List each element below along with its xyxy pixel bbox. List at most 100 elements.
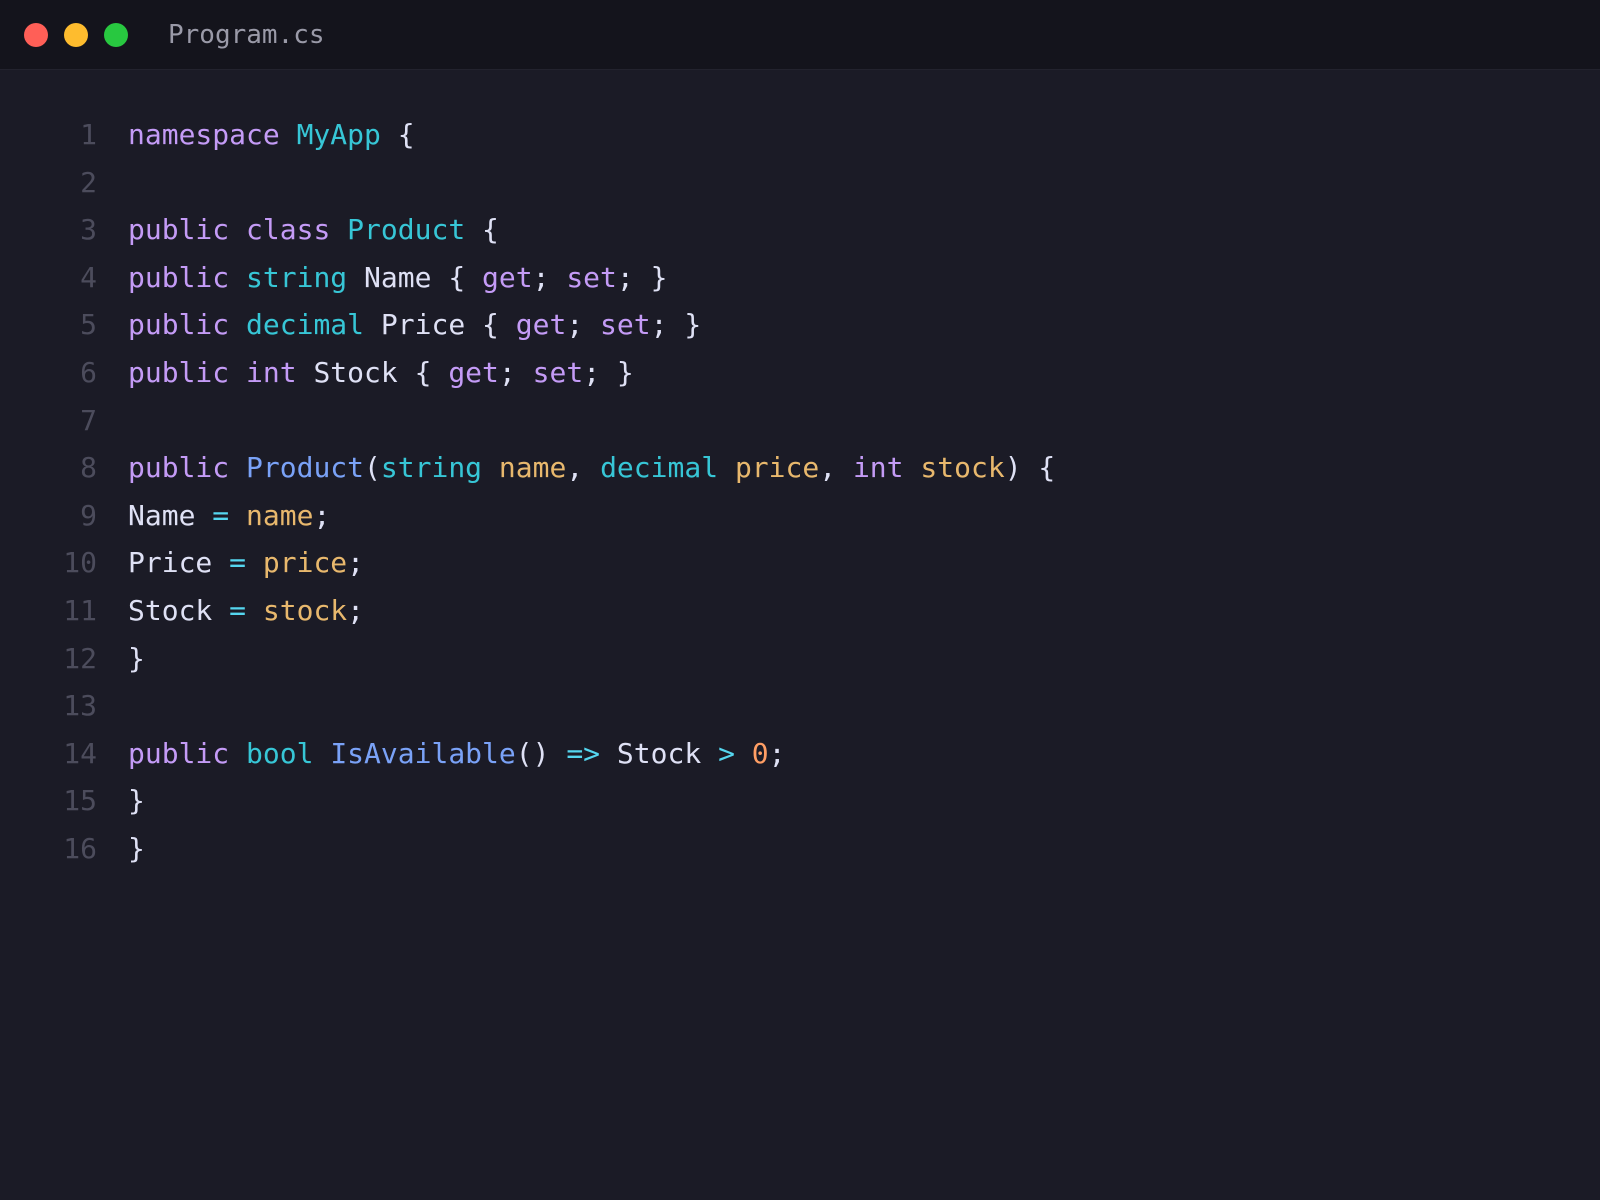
code-line[interactable]: 10 Price = price; [0,539,1600,587]
line-number: 10 [63,546,97,580]
code-text: Stock = stock; [128,587,364,635]
code-line[interactable]: 8 public Product(string name, decimal pri… [0,444,1600,492]
code-token-parameter: name [498,451,567,485]
code-text: } [128,777,145,825]
code-token-plain: } [128,784,145,818]
code-token-plain: ; [768,736,786,770]
code-text: public string Name { get; set; } [128,254,667,302]
code-token-type: decimal [246,308,365,342]
code-token-plain: ; } [616,260,668,294]
code-token-function: IsAvailable [330,736,516,770]
code-line[interactable]: 5 public decimal Price { get; set; } [0,301,1600,349]
code-token-type: MyApp [296,118,381,151]
minimize-window-button[interactable] [64,23,88,47]
code-token-plain: Name [128,498,213,532]
code-line[interactable]: 9 Name = name; [0,492,1600,540]
code-token-keyword: public [128,213,230,247]
code-token-parameter: stock [920,451,1005,485]
code-token-parameter: stock [262,593,348,627]
line-number: 3 [80,213,97,247]
code-line[interactable]: 14 public bool IsAvailable() => Stock > 0… [0,730,1600,778]
code-token-plain: ; } [583,355,634,389]
code-token-plain: Stock { [296,355,449,389]
code-line[interactable]: 1 namespace MyApp { [0,111,1600,159]
code-token-plain: ; [347,593,365,627]
code-token-type: string [380,451,483,485]
code-token-keyword: set [600,308,651,342]
code-token-plain: ; [498,355,533,389]
code-token-keyword: public [128,736,230,770]
line-number: 6 [80,355,97,389]
code-token-keyword: int [246,355,297,389]
code-token-plain: ; [566,308,601,342]
code-token-operator: = [229,593,247,627]
code-text: } [128,825,145,873]
code-token-operator: => [566,736,601,770]
line-number: 8 [80,451,97,485]
code-token-keyword: get [515,308,567,342]
code-line[interactable]: 13 [0,682,1600,730]
code-token-plain: Name { [347,260,483,294]
code-token-number: 0 [751,736,769,770]
line-number: 11 [63,593,97,627]
code-line[interactable]: 12} [0,635,1600,683]
code-line[interactable]: 3 public class Product { [0,206,1600,254]
code-line[interactable]: 16} [0,825,1600,873]
code-token-type: string [246,260,348,294]
code-text: Price = price; [128,539,364,587]
code-text: Name = name; [128,492,330,540]
code-line[interactable]: 15} [0,777,1600,825]
file-name: Program.cs [168,20,325,50]
code-token-plain: { [380,118,415,151]
code-token-plain: ; [347,546,365,580]
code-token-keyword: public [128,355,230,389]
code-line[interactable]: 4 public string Name { get; set; } [0,254,1600,302]
code-token-type: bool [246,736,314,770]
code-token-plain: ( [364,451,381,485]
line-number: 14 [63,736,97,770]
code-token-type: decimal [600,451,719,485]
line-number: 12 [63,641,97,675]
line-number: 4 [80,260,97,294]
close-window-button[interactable] [24,23,48,47]
line-number: 13 [63,689,97,723]
code-token-plain: Stock [128,593,230,627]
code-token-operator: = [229,546,247,580]
code-token-parameter: price [262,546,348,580]
code-text: namespace MyApp { [128,111,415,159]
code-text: } [128,635,145,683]
code-text: public class Product { [128,206,499,254]
code-token-plain: } [128,641,145,675]
code-token-plain: () [515,736,567,770]
code-line[interactable]: 7 [0,397,1600,445]
code-line[interactable]: 6 public int Stock { get; set; } [0,349,1600,397]
zoom-window-button[interactable] [104,23,128,47]
code-token-plain: Stock [600,736,719,770]
code-token-plain: ; } [650,308,702,342]
code-token-plain: Price [128,546,230,580]
line-number: 7 [80,403,97,437]
line-number: 1 [80,118,97,151]
code-token-keyword: set [566,260,617,294]
code-editor[interactable]: 1 namespace MyApp {2 3 public class Product… [0,111,1600,873]
code-line[interactable]: 2 [0,159,1600,207]
code-line[interactable]: 11 Stock = stock; [0,587,1600,635]
code-token-plain: } [128,831,145,865]
code-token-keyword: public [128,451,230,485]
code-token-keyword: public [128,260,230,294]
line-number: 16 [63,831,97,865]
code-token-keyword: set [532,355,584,389]
code-text: public int Stock { get; set; } [128,349,634,397]
